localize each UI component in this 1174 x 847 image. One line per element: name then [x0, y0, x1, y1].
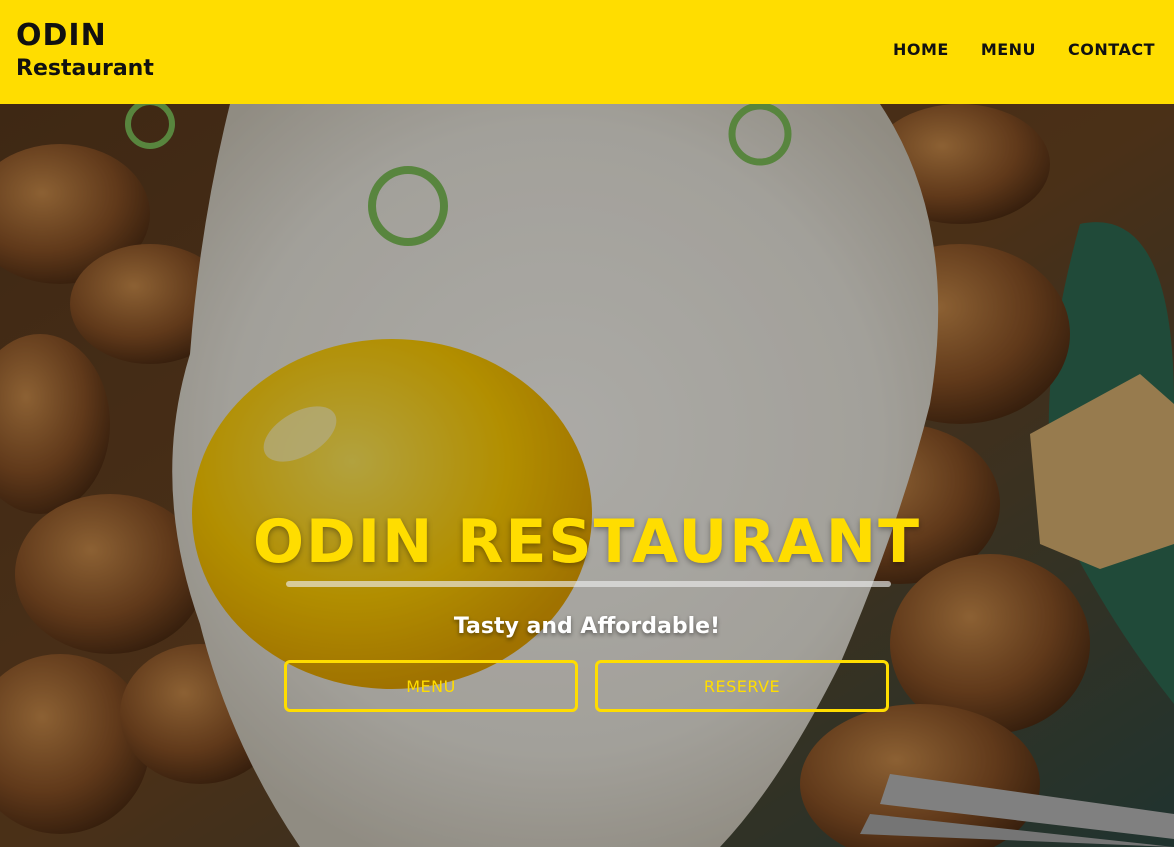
brand-subtitle: Restaurant [16, 56, 154, 81]
hero-tagline: Tasty and Affordable! [453, 614, 721, 639]
hero-content: ODIN RESTAURANT Tasty and Affordable! ME… [0, 104, 1174, 847]
brand-logo[interactable]: ODIN Restaurant [16, 18, 154, 84]
nav-home-link[interactable]: HOME [893, 40, 949, 59]
nav-contact-link[interactable]: CONTACT [1068, 40, 1155, 59]
nav-menu-link[interactable]: MENU [981, 40, 1036, 59]
menu-button[interactable]: MENU [284, 660, 578, 712]
hero-divider [286, 581, 891, 587]
reserve-button[interactable]: RESERVE [595, 660, 889, 712]
main-nav: HOME MENU CONTACT [893, 40, 1155, 59]
hero-section: ODIN RESTAURANT Tasty and Affordable! ME… [0, 104, 1174, 847]
brand-title: ODIN [16, 18, 107, 53]
hero-title: ODIN RESTAURANT [253, 507, 921, 577]
site-header: ODIN Restaurant HOME MENU CONTACT [0, 0, 1174, 104]
